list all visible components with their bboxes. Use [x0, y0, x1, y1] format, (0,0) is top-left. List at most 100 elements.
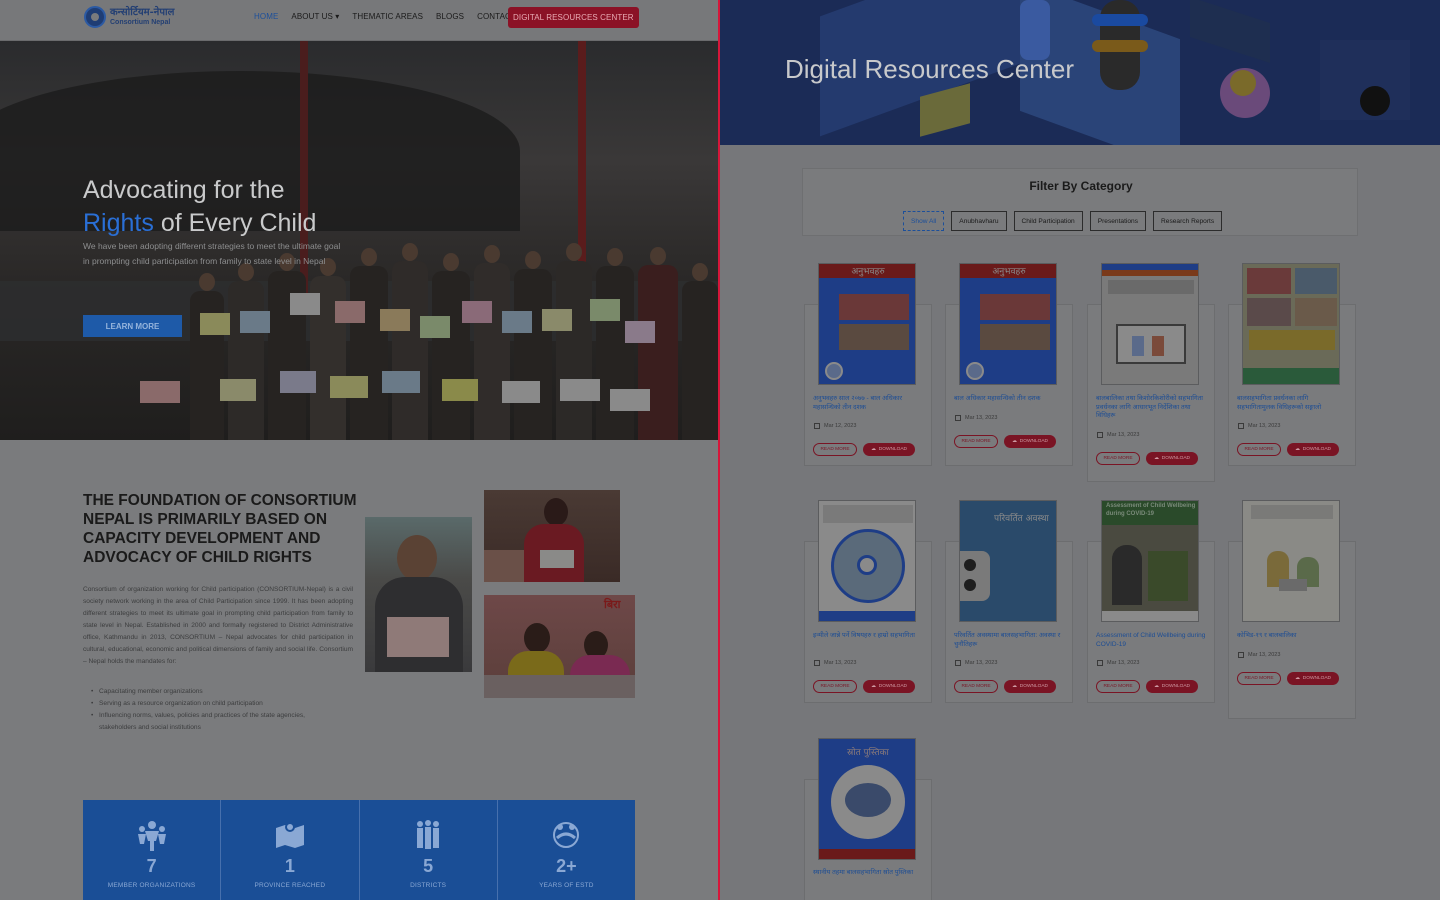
filter-show-all[interactable]: Show All [903, 211, 945, 231]
site-logo[interactable]: कन्सोर्टियम-नेपाल Consortium Nepal [84, 6, 174, 28]
list-item: Serving as a resource organization on ch… [91, 698, 343, 710]
stat-number: 5 [423, 856, 434, 876]
mandates-list: Capacitating member organizations Servin… [91, 686, 343, 734]
download-label: DOWNLOAD [1302, 676, 1332, 681]
top-nav: कन्सोर्टियम-नेपाल Consortium Nepal HOME … [0, 0, 718, 41]
download-button[interactable]: ☁ DOWNLOAD [1287, 443, 1339, 456]
filter-child-participation[interactable]: Child Participation [1013, 211, 1083, 231]
nav-thematic[interactable]: THEMATIC AREAS [352, 12, 423, 21]
filter-research-reports[interactable]: Research Reports [1153, 211, 1223, 231]
resource-date: Mar 13, 2023 [1097, 432, 1139, 438]
hero-section: Advocating for the Rights of Every Child… [0, 41, 718, 440]
resource-date: Mar 13, 2023 [1238, 423, 1280, 429]
people-icon [137, 821, 166, 851]
download-icon: ☁ [870, 447, 876, 452]
filter-card: Filter By Category Show All Anubhavharu … [802, 168, 1358, 236]
boy-with-sign-photo [365, 517, 472, 672]
resource-cover[interactable] [1101, 263, 1199, 385]
filter-buttons: Show All Anubhavharu Child Participation… [903, 211, 1223, 231]
stat-label: DISTRICTS [410, 882, 447, 889]
download-button[interactable]: ☁ DOWNLOAD [1146, 680, 1198, 693]
group-icon [417, 820, 440, 849]
stats-band: 7 MEMBER ORGANIZATIONS 1 PROVINCE REACHE… [83, 800, 635, 900]
stat-label: PROVINCE REACHED [254, 882, 326, 889]
logo-line-2: Consortium Nepal [110, 19, 171, 26]
resource-date-text: Mar 13, 2023 [824, 660, 857, 666]
download-button[interactable]: ☁ DOWNLOAD [1287, 672, 1339, 685]
resource-title[interactable]: बालसहभागिता प्रवर्धनका लागि सहभागितामुलक… [1237, 395, 1347, 412]
resource-cover[interactable]: अनुभवहरु [818, 263, 916, 385]
stat-member-organizations: 7 MEMBER ORGANIZATIONS [83, 800, 222, 900]
read-more-button[interactable]: READ MORE [954, 680, 998, 693]
download-icon: ☁ [1294, 676, 1300, 681]
download-button[interactable]: ☁ DOWNLOAD [1004, 435, 1056, 448]
read-more-button[interactable]: READ MORE [1237, 672, 1281, 685]
read-more-button[interactable]: READ MORE [954, 435, 998, 448]
calendar-icon [1238, 423, 1244, 429]
download-icon: ☁ [1011, 439, 1017, 444]
calendar-icon [814, 660, 820, 666]
download-label: DOWNLOAD [1161, 456, 1191, 461]
resource-cover[interactable] [1242, 263, 1340, 385]
resource-date: Mar 12, 2023 [814, 423, 856, 429]
resource-title[interactable]: Assessment of Child Wellbeing during COV… [1096, 632, 1206, 649]
foundation-title: The foundation of Consortium Nepal is pr… [83, 492, 357, 566]
hero-title-accent: Rights [83, 209, 154, 237]
filter-title: Filter By Category [1029, 179, 1133, 193]
hands-icon [553, 822, 580, 848]
resource-cover[interactable]: परिवर्तित अवस्था [959, 500, 1057, 622]
calendar-icon [955, 415, 961, 421]
download-icon: ☁ [1153, 684, 1159, 689]
nav-digital-resources-button[interactable]: DIGITAL RESOURCES CENTER [508, 7, 639, 28]
resource-cover[interactable] [818, 500, 916, 622]
resource-date-text: Mar 12, 2023 [824, 423, 857, 429]
nav-about[interactable]: ABOUT US ▾ [291, 12, 339, 21]
resource-cover[interactable]: अनुभवहरु [959, 263, 1057, 385]
nav-home[interactable]: HOME [254, 12, 278, 21]
resource-cover[interactable]: स्रोत पुस्तिका [818, 738, 916, 860]
resource-date: Mar 13, 2023 [1238, 652, 1280, 658]
resource-date-text: Mar 13, 2023 [1248, 423, 1281, 429]
resource-title[interactable]: बालबालिका तथा किशोरकिशोरीको सहभागिता प्र… [1096, 395, 1206, 421]
filter-anubhavharu[interactable]: Anubhavharu [951, 211, 1007, 231]
resource-cover[interactable]: Assessment of Child Wellbeing during COV… [1101, 500, 1199, 622]
stat-number: 2+ [556, 856, 577, 876]
read-more-button[interactable]: READ MORE [813, 443, 857, 456]
read-more-button[interactable]: READ MORE [1096, 680, 1140, 693]
resource-cover[interactable] [1242, 500, 1340, 622]
stat-number: 7 [146, 856, 157, 876]
stat-number: 1 [284, 856, 295, 876]
nav-blogs[interactable]: BLOGS [436, 12, 464, 21]
read-more-button[interactable]: READ MORE [1237, 443, 1281, 456]
resource-title[interactable]: कोभिड-१९ र बालबालिका [1237, 632, 1347, 641]
filter-presentations[interactable]: Presentations [1089, 211, 1147, 231]
logo-icon [84, 6, 106, 28]
resource-title[interactable]: परिवर्तित अवस्थामा बालसहभागिता: अवस्था र… [954, 632, 1064, 649]
hero-title-line-2: of Every Child [153, 209, 317, 237]
resource-title[interactable]: स्थानीय तहमा बालसहभागिता स्रोत पुस्तिका [813, 869, 923, 878]
resource-title[interactable]: बाल अधिकार महासन्धिको तीन दशक [954, 395, 1064, 404]
read-more-button[interactable]: READ MORE [813, 680, 857, 693]
resource-date-text: Mar 13, 2023 [965, 415, 998, 421]
main-menu: HOME ABOUT US ▾ THEMATIC AREAS BLOGS CON… [254, 7, 639, 28]
read-more-button[interactable]: READ MORE [1096, 452, 1140, 465]
split-view: कन्सोर्टियम-नेपाल Consortium Nepal HOME … [0, 0, 1440, 900]
stat-years: 2+ YEARS OF ESTD [498, 800, 635, 900]
resources-banner-title: Digital Resources Center [785, 54, 1075, 84]
resource-title[interactable]: इन्मीले जान्ने पर्ने विषयहरु र हाम्रो सह… [813, 632, 923, 641]
stat-province-reached: 1 PROVINCE REACHED [221, 800, 360, 900]
download-icon: ☁ [1294, 447, 1300, 452]
download-button[interactable]: ☁ DOWNLOAD [1146, 452, 1198, 465]
download-button[interactable]: ☁ DOWNLOAD [863, 680, 915, 693]
calendar-icon [1097, 432, 1103, 438]
download-label: DOWNLOAD [1019, 439, 1049, 444]
resource-date-text: Mar 13, 2023 [965, 660, 998, 666]
download-button[interactable]: ☁ DOWNLOAD [1004, 680, 1056, 693]
learn-more-button[interactable]: LEARN MORE [83, 315, 182, 337]
nav-about-label: ABOUT US [291, 12, 333, 21]
download-icon: ☁ [870, 684, 876, 689]
download-label: DOWNLOAD [1019, 684, 1049, 689]
children-writing-photo: बिरा [484, 595, 635, 698]
resource-title[interactable]: अनुभवहरु साल २०७७ - बाल अधिकार महासन्धिक… [813, 395, 923, 412]
download-button[interactable]: ☁ DOWNLOAD [863, 443, 915, 456]
